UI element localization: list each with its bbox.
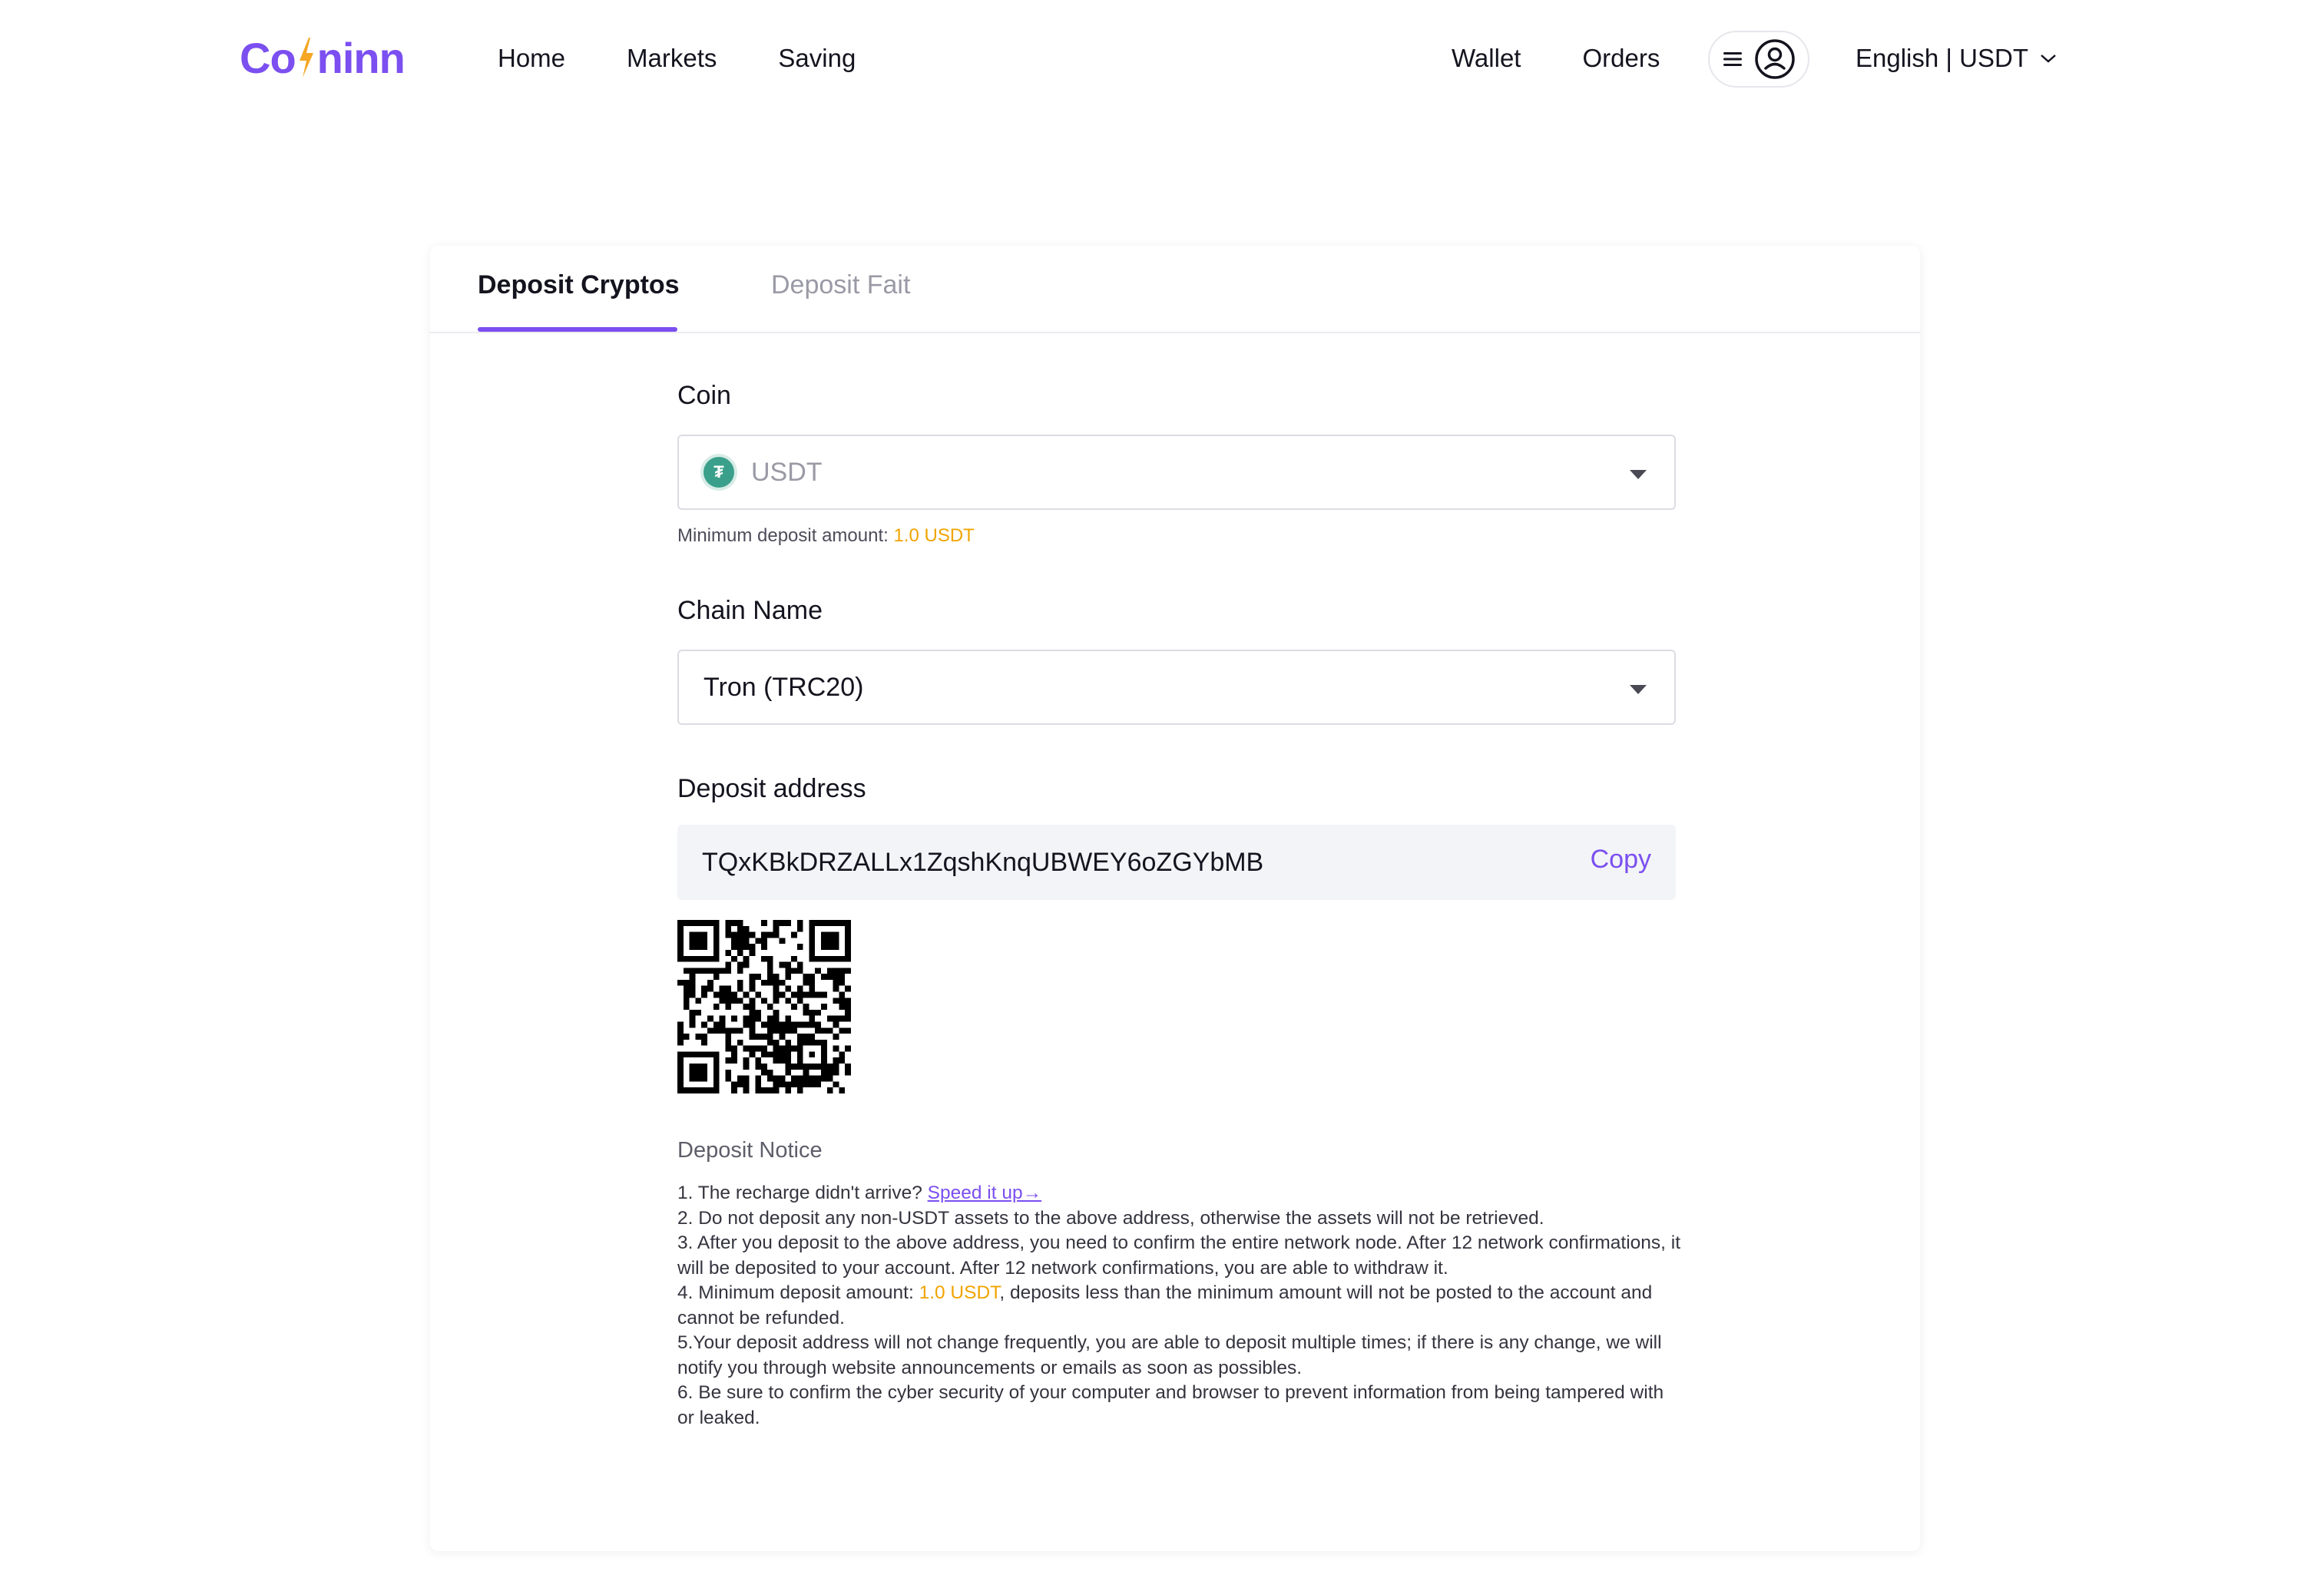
notice-item-1-text: 1. The recharge didn't arrive?: [677, 1183, 928, 1203]
speed-it-up-link[interactable]: Speed it up→: [928, 1183, 1041, 1203]
active-tab-indicator: [478, 327, 677, 332]
logo-text-right: ninn: [316, 33, 406, 82]
deposit-tabs: Deposit Cryptos Deposit Fait: [430, 246, 1920, 333]
caret-down-icon: [1630, 470, 1647, 479]
deposit-qr-code: [677, 920, 851, 1093]
tab-deposit-cryptos[interactable]: Deposit Cryptos: [478, 270, 680, 300]
language-currency-selector[interactable]: English | USDT: [1856, 40, 2058, 77]
min-deposit-amount: 1.0 USDT: [893, 525, 975, 546]
notice-item-2: 2. Do not deposit any non-USDT assets to…: [677, 1207, 1544, 1229]
hamburger-icon: [1723, 52, 1742, 66]
copy-button[interactable]: Copy: [1591, 845, 1651, 875]
notice-item-4-amount: 1.0 USDT: [919, 1282, 1000, 1303]
caret-down-icon: [1630, 685, 1647, 694]
notice-item-4: 4. Minimum deposit amount: 1.0 USDT, dep…: [677, 1281, 1683, 1331]
deposit-notice-list: 1. The recharge didn't arrive? Speed it …: [677, 1181, 1683, 1431]
min-deposit-hint: Minimum deposit amount: 1.0 USDT: [677, 525, 975, 547]
deposit-address-label: Deposit address: [677, 774, 866, 803]
nav-orders[interactable]: Orders: [1582, 44, 1660, 73]
chain-select-value: Tron (TRC20): [703, 672, 864, 702]
nav-markets[interactable]: Markets: [627, 44, 717, 73]
user-icon: [1755, 39, 1795, 79]
coin-select-value: USDT: [751, 457, 823, 487]
deposit-address-value[interactable]: TQxKBkDRZALLx1ZqshKnqUBWEY6oZGYbMB: [702, 848, 1263, 878]
notice-item-1: 1. The recharge didn't arrive? Speed it …: [677, 1181, 1683, 1206]
deposit-card: Deposit Cryptos Deposit Fait Coin ₮ USDT…: [430, 246, 1920, 1551]
secondary-nav: Wallet Orders: [1452, 40, 1721, 77]
deposit-address-box: TQxKBkDRZALLx1ZqshKnqUBWEY6oZGYbMB Copy: [677, 825, 1676, 900]
top-navigation: Co ninn Home Markets Saving Wallet Order…: [0, 0, 2324, 115]
notice-item-5: 5.Your deposit address will not change f…: [677, 1332, 1662, 1378]
logo-text-left: Co: [240, 33, 296, 82]
bolt-icon: [299, 38, 313, 78]
notice-item-4-prefix: 4. Minimum deposit amount:: [677, 1282, 919, 1303]
tab-deposit-fiat[interactable]: Deposit Fait: [771, 270, 910, 300]
brand-logo[interactable]: Co ninn: [240, 31, 406, 84]
account-menu-button[interactable]: [1708, 31, 1809, 88]
notice-item-6: 6. Be sure to confirm the cyber security…: [677, 1382, 1664, 1428]
deposit-notice-title: Deposit Notice: [677, 1138, 823, 1163]
tether-icon: ₮: [703, 457, 734, 488]
language-label: English | USDT: [1856, 44, 2028, 72]
chain-label: Chain Name: [677, 596, 823, 625]
primary-nav: Home Markets Saving: [498, 40, 917, 77]
notice-item-3: 3. After you deposit to the above addres…: [677, 1232, 1681, 1279]
chain-select[interactable]: Tron (TRC20): [677, 650, 1676, 725]
coin-label: Coin: [677, 381, 731, 410]
nav-wallet[interactable]: Wallet: [1452, 44, 1521, 73]
nav-home[interactable]: Home: [498, 44, 565, 73]
chevron-down-icon: [2041, 55, 2056, 63]
min-deposit-prefix: Minimum deposit amount:: [677, 525, 894, 546]
coin-select[interactable]: ₮ USDT: [677, 435, 1676, 510]
nav-saving[interactable]: Saving: [778, 44, 856, 73]
